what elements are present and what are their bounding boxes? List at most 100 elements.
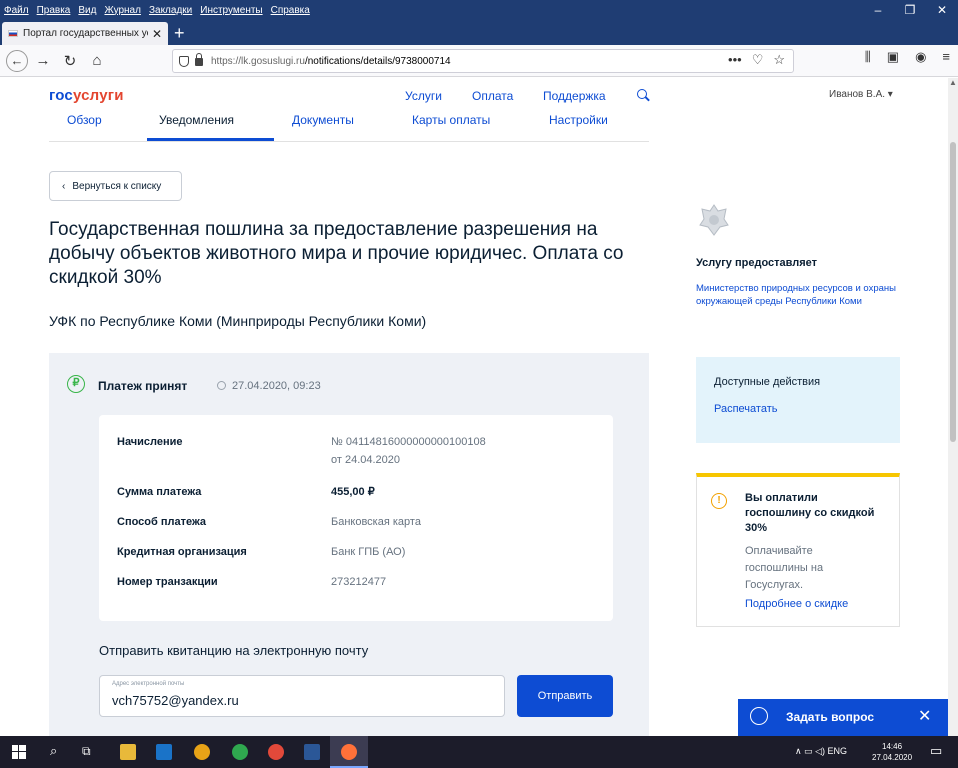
payment-card: ₽ Платеж принят 27.04.2020, 09:23 Начисл… bbox=[49, 353, 649, 736]
close-tab-icon[interactable]: ✕ bbox=[152, 27, 162, 41]
reload-icon[interactable]: ↻ bbox=[58, 49, 82, 73]
chat-close-icon[interactable]: ✕ bbox=[918, 706, 931, 726]
back-arrow-icon[interactable]: ← bbox=[6, 49, 28, 72]
file-explorer-icon[interactable] bbox=[120, 744, 136, 760]
menu-history[interactable]: Журнал bbox=[104, 5, 141, 16]
tab-documents[interactable]: Документы bbox=[292, 113, 354, 127]
available-actions-panel: Доступные действия Распечатать bbox=[696, 357, 900, 443]
forward-arrow-icon[interactable]: → bbox=[31, 49, 55, 73]
menu-file[interactable]: Файл bbox=[4, 5, 29, 16]
restore-button[interactable]: ❐ bbox=[894, 0, 926, 20]
bookmark-star-icon[interactable]: ☆ bbox=[773, 52, 785, 68]
new-tab-icon[interactable]: + bbox=[174, 22, 185, 44]
notifications-icon[interactable]: ▭ bbox=[930, 743, 942, 759]
clock-time: 14:46 bbox=[882, 742, 903, 751]
page-scrollbar[interactable]: ▲ bbox=[948, 78, 958, 736]
logo-part1: гос bbox=[49, 87, 73, 104]
discount-promo: ! Вы оплатили госпошлину со скидкой 30% … bbox=[696, 473, 900, 627]
browser-tab[interactable]: Портал государственных усл ✕ bbox=[2, 22, 168, 45]
outlook-icon[interactable] bbox=[156, 744, 172, 760]
close-window-button[interactable]: ✕ bbox=[926, 0, 958, 20]
window-controls: – ❐ ✕ bbox=[862, 0, 958, 20]
tracking-shield-icon[interactable] bbox=[179, 55, 189, 67]
back-to-list-label: Вернуться к списку bbox=[72, 180, 162, 192]
hamburger-menu-icon[interactable]: ≡ bbox=[942, 49, 950, 65]
menu-edit[interactable]: Правка bbox=[37, 5, 71, 16]
promo-description: Оплачивайте госпошлины на Госуслугах. bbox=[745, 545, 824, 591]
library-icon[interactable]: ⫼ bbox=[865, 49, 871, 65]
word-icon[interactable] bbox=[304, 744, 320, 760]
provider-link[interactable]: Министерство природных ресурсов и охраны… bbox=[696, 282, 906, 308]
url-path: /notifications/details/9738000714 bbox=[304, 55, 451, 67]
chevron-left-icon: ‹ bbox=[62, 180, 66, 192]
address-bar[interactable]: https://lk.gosuslugi.ru/notifications/de… bbox=[172, 49, 794, 73]
browser-navbar: ← → ↻ ⌂ https://lk.gosuslugi.ru/notifica… bbox=[0, 45, 958, 77]
page-title: Государственная пошлина за предоставлени… bbox=[49, 219, 624, 288]
clock-icon bbox=[217, 381, 226, 390]
back-to-list-button[interactable]: ‹ Вернуться к списку bbox=[49, 171, 182, 201]
scrollbar-thumb[interactable] bbox=[950, 142, 956, 442]
menu-view[interactable]: Вид bbox=[78, 5, 96, 16]
ruble-status-icon: ₽ bbox=[67, 375, 85, 393]
tab-title: Портал государственных усл bbox=[23, 28, 148, 39]
account-icon[interactable]: ◉ bbox=[915, 49, 926, 65]
page-actions-icon[interactable]: ••• bbox=[728, 52, 742, 68]
minimize-button[interactable]: – bbox=[862, 0, 894, 20]
detail-value-date: от 24.04.2020 bbox=[331, 454, 401, 466]
task-view-icon[interactable]: ⧉ bbox=[82, 744, 91, 759]
email-input[interactable] bbox=[112, 690, 492, 710]
detail-label: Способ платежа bbox=[117, 516, 207, 528]
url-host: https://lk.gosuslugi.ru bbox=[211, 55, 305, 67]
ask-question-widget[interactable]: Задать вопрос ✕ bbox=[738, 699, 948, 736]
home-icon[interactable]: ⌂ bbox=[85, 49, 109, 73]
print-link[interactable]: Распечатать bbox=[714, 403, 777, 415]
windows-start-icon[interactable] bbox=[12, 745, 26, 759]
browser-tabbar: Портал государственных усл ✕ + bbox=[0, 20, 958, 45]
nav-support[interactable]: Поддержка bbox=[543, 89, 606, 103]
nav-services[interactable]: Услуги bbox=[405, 89, 442, 103]
send-receipt-button[interactable]: Отправить bbox=[517, 675, 613, 717]
clock-date: 27.04.2020 bbox=[872, 753, 913, 762]
info-warning-icon: ! bbox=[711, 493, 727, 509]
system-tray[interactable]: ∧ ▭ ◁) ENG bbox=[795, 746, 847, 757]
chrome-icon[interactable] bbox=[268, 744, 284, 760]
search-icon[interactable] bbox=[637, 89, 647, 99]
scroll-up-icon[interactable]: ▲ bbox=[948, 78, 958, 87]
promo-title: Вы оплатили госпошлину со скидкой 30% bbox=[745, 492, 875, 534]
detail-value: 273212477 bbox=[331, 576, 387, 588]
pocket-icon[interactable]: ♡ bbox=[752, 52, 764, 68]
chat-bot-icon bbox=[750, 707, 768, 725]
search-taskbar-icon[interactable]: ⌕ bbox=[50, 743, 57, 759]
tab-payment-cards[interactable]: Карты оплаты bbox=[412, 113, 490, 127]
menu-help[interactable]: Справка bbox=[271, 5, 310, 16]
email-field-label: Адрес электронной почты bbox=[112, 681, 185, 687]
coat-of-arms-icon bbox=[699, 204, 729, 236]
menu-bookmarks[interactable]: Закладки bbox=[149, 5, 192, 16]
tab-notifications[interactable]: Уведомления bbox=[159, 113, 234, 127]
network-app-icon[interactable] bbox=[232, 744, 248, 760]
browser-menubar: Файл Правка Вид Журнал Закладки Инструме… bbox=[0, 0, 958, 20]
profile-subnav: Обзор Уведомления Документы Карты оплаты… bbox=[49, 112, 649, 142]
lock-icon[interactable] bbox=[195, 53, 203, 66]
detail-label: Сумма платежа bbox=[117, 486, 202, 498]
gosuslugi-logo[interactable]: госуслуги bbox=[49, 87, 124, 104]
menu-tools[interactable]: Инструменты bbox=[200, 5, 262, 16]
firefox-icon[interactable] bbox=[341, 744, 357, 760]
language-indicator[interactable]: ENG bbox=[828, 746, 848, 756]
payment-datetime: 27.04.2020, 09:23 bbox=[232, 380, 321, 392]
sidebar-icon[interactable]: ▣ bbox=[887, 49, 899, 65]
nav-payment[interactable]: Оплата bbox=[472, 89, 513, 103]
user-menu[interactable]: Иванов В.А. ▾ bbox=[829, 89, 893, 100]
actions-title: Доступные действия bbox=[714, 376, 821, 388]
payment-details: Начисление № 04114816000000000100108 от … bbox=[99, 415, 613, 621]
recipient-name: УФК по Республике Коми (Минприроды Респу… bbox=[49, 313, 427, 329]
detail-label: Кредитная организация bbox=[117, 546, 247, 558]
tab-overview[interactable]: Обзор bbox=[67, 113, 102, 127]
taskbar-clock[interactable]: 14:46 27.04.2020 bbox=[872, 741, 912, 763]
discount-details-link[interactable]: Подробнее о скидке bbox=[745, 598, 848, 610]
tab-settings[interactable]: Настройки bbox=[549, 113, 608, 127]
email-field[interactable]: Адрес электронной почты bbox=[99, 675, 505, 717]
app-icon[interactable] bbox=[194, 744, 210, 760]
detail-label: Начисление bbox=[117, 436, 183, 448]
detail-value: № 04114816000000000100108 bbox=[331, 436, 486, 448]
